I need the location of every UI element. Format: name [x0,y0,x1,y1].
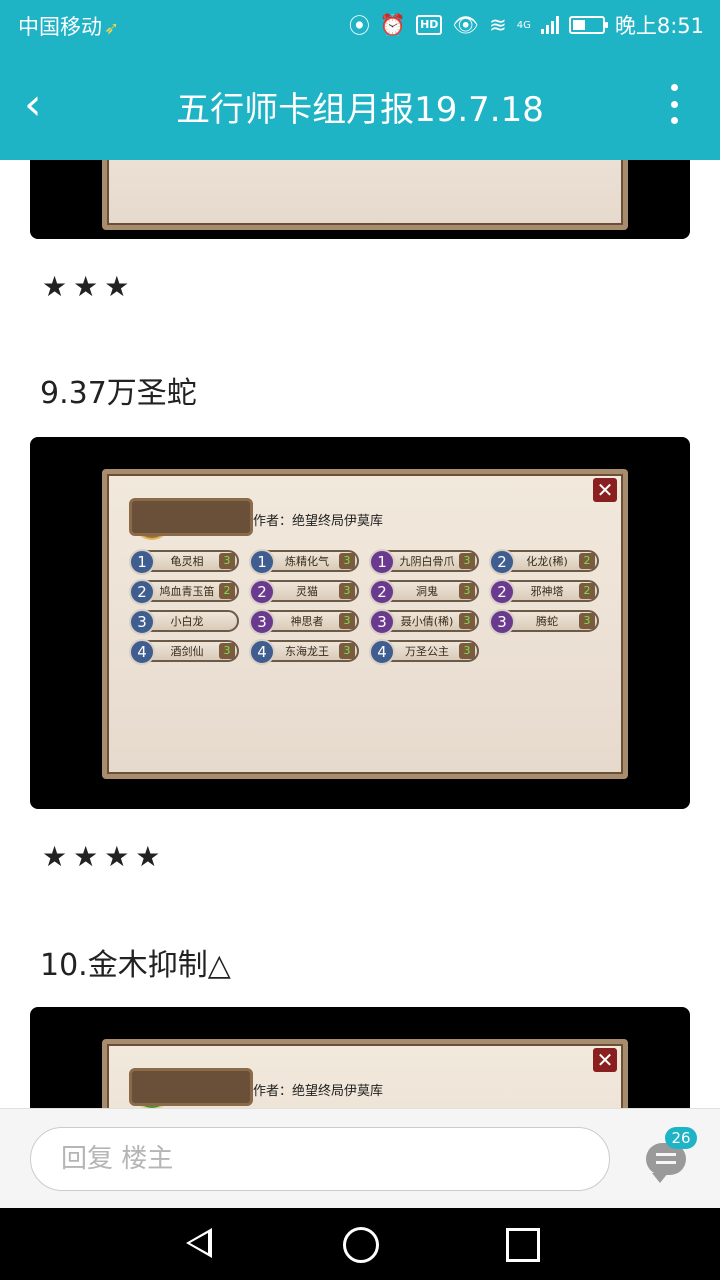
deck-panel [102,160,628,230]
deck-heading: 9.37万圣蛇 [40,376,197,411]
card-cost: 3 [369,609,395,635]
deck-card: 3 聂小倩(稀) 3 [369,609,479,635]
deck-card: 2 灵猫 3 [249,579,359,605]
card-name: 神思者 [290,615,324,628]
card-count: 3 [339,643,355,659]
card-name: 九阴白骨爪 [399,555,455,568]
card-cost: 1 [249,549,275,575]
deck-card: 4 东海龙王 3 [249,639,359,665]
deck-card: 4 万圣公主 3 [369,639,479,665]
eye-icon: 👁 [452,12,480,37]
network-label: 4G [516,19,531,31]
card-name: 东海龙王 [285,645,329,658]
wifi-icon: ≋ [489,13,507,37]
card-cost: 3 [249,609,275,635]
deck-card: 2 化龙(稀) 2 [489,549,599,575]
post-image-3[interactable]: 作者：绝望终局伊莫库 ✕ [30,1007,690,1108]
deck-card: 2 邪神塔 2 [489,579,599,605]
signal-icon [540,16,559,34]
deck-card: 1 龟灵相 3 [129,549,239,575]
card-count: 3 [459,553,475,569]
card-count: 3 [459,583,475,599]
battery-icon [568,16,608,34]
card-name: 洞鬼 [416,585,438,598]
status-bar: 中国移动 ➶ ⦿ ⏰ HD 👁 ≋ 4G 晚上8:51 [0,0,720,50]
deck-card: 3 小白龙 [129,609,239,635]
deck-panel: 作者：绝望终局伊莫库 ✕ [102,1039,628,1108]
deck-name-box [129,498,253,536]
carrier-leaf-icon: ➶ [104,18,120,39]
card-count: 3 [459,613,475,629]
card-cost: 3 [129,609,155,635]
rating-stars: ★★★ [42,270,136,303]
carrier-label: 中国移动 ➶ [18,15,120,39]
card-name: 腾蛇 [536,615,558,628]
card-cost: 3 [489,609,515,635]
more-button[interactable] [664,84,684,124]
deck-author: 作者：绝望终局伊莫库 [253,1084,384,1099]
reply-bar: 回复 楼主 26 [0,1108,720,1209]
card-name: 鸠血青玉笛 [159,585,215,598]
card-name: 小白龙 [170,615,204,628]
status-icons: ⦿ ⏰ HD 👁 ≋ 4G 晚上8:51 [349,10,704,40]
card-count: 2 [219,583,235,599]
card-name: 灵猫 [296,585,318,598]
card-count: 2 [579,553,595,569]
comment-count-badge: 26 [665,1127,697,1149]
card-cost: 2 [489,549,515,575]
location-icon: ⦿ [348,14,370,38]
card-count: 2 [579,583,595,599]
card-cost: 1 [129,549,155,575]
card-name: 炼精化气 [285,555,329,568]
card-name: 万圣公主 [405,645,449,658]
nav-back-icon[interactable] [186,1228,212,1258]
deck-card: 4 酒剑仙 3 [129,639,239,665]
post-content[interactable]: ★★★ 9.37万圣蛇 作者：绝望终局伊莫库 ✕ 1 龟灵相 3 1 炼精化气 3 1 九阴白… [0,160,720,1108]
deck-card: 3 神思者 3 [249,609,359,635]
card-count: 3 [579,613,595,629]
close-icon: ✕ [593,1048,617,1072]
card-cost: 2 [249,579,275,605]
card-count: 3 [339,553,355,569]
rating-stars: ★★★★ [42,840,167,873]
card-name: 邪神塔 [530,585,564,598]
card-cost: 4 [369,639,395,665]
card-name: 化龙(稀) [526,555,568,568]
card-count: 3 [459,643,475,659]
page-title: 五行师卡组月报19.7.18 [176,90,544,130]
card-count: 3 [339,583,355,599]
card-count: 3 [219,643,235,659]
nav-recent-icon[interactable] [506,1228,540,1262]
deck-heading: 10.金木抑制△ [40,948,231,983]
post-image-2[interactable]: 作者：绝望终局伊莫库 ✕ 1 龟灵相 3 1 炼精化气 3 1 九阴白骨爪 3 2 化龙(稀) 2 2 鸠… [30,437,690,809]
hd-icon: HD [416,15,443,35]
card-cost: 2 [489,579,515,605]
card-cost: 1 [369,549,395,575]
card-cost: 4 [129,639,155,665]
card-cost: 2 [129,579,155,605]
deck-card: 2 鸠血青玉笛 2 [129,579,239,605]
deck-card: 1 九阴白骨爪 3 [369,549,479,575]
deck-card: 1 炼精化气 3 [249,549,359,575]
card-cost: 4 [249,639,275,665]
deck-card: 3 腾蛇 3 [489,609,599,635]
alarm-icon: ⏰ [379,12,407,37]
title-bar: ‹ 五行师卡组月报19.7.18 [0,50,720,160]
reply-input[interactable]: 回复 楼主 [30,1127,610,1191]
clock: 晚上8:51 [614,14,704,38]
card-name: 龟灵相 [170,555,204,568]
post-image-1[interactable] [30,160,690,239]
card-cost: 2 [369,579,395,605]
card-name: 酒剑仙 [170,645,204,658]
card-name: 聂小倩(稀) [400,615,454,628]
deck-author: 作者：绝望终局伊莫库 [253,514,384,529]
deck-card: 2 洞鬼 3 [369,579,479,605]
close-icon: ✕ [593,478,617,502]
card-count: 3 [219,553,235,569]
system-nav-bar [0,1208,720,1280]
deck-panel: 作者：绝望终局伊莫库 ✕ 1 龟灵相 3 1 炼精化气 3 1 九阴白骨爪 3 2 化龙(稀) 2 2 鸠… [102,469,628,779]
deck-name-box [129,1068,253,1106]
nav-home-icon[interactable] [343,1227,379,1263]
card-count: 3 [339,613,355,629]
